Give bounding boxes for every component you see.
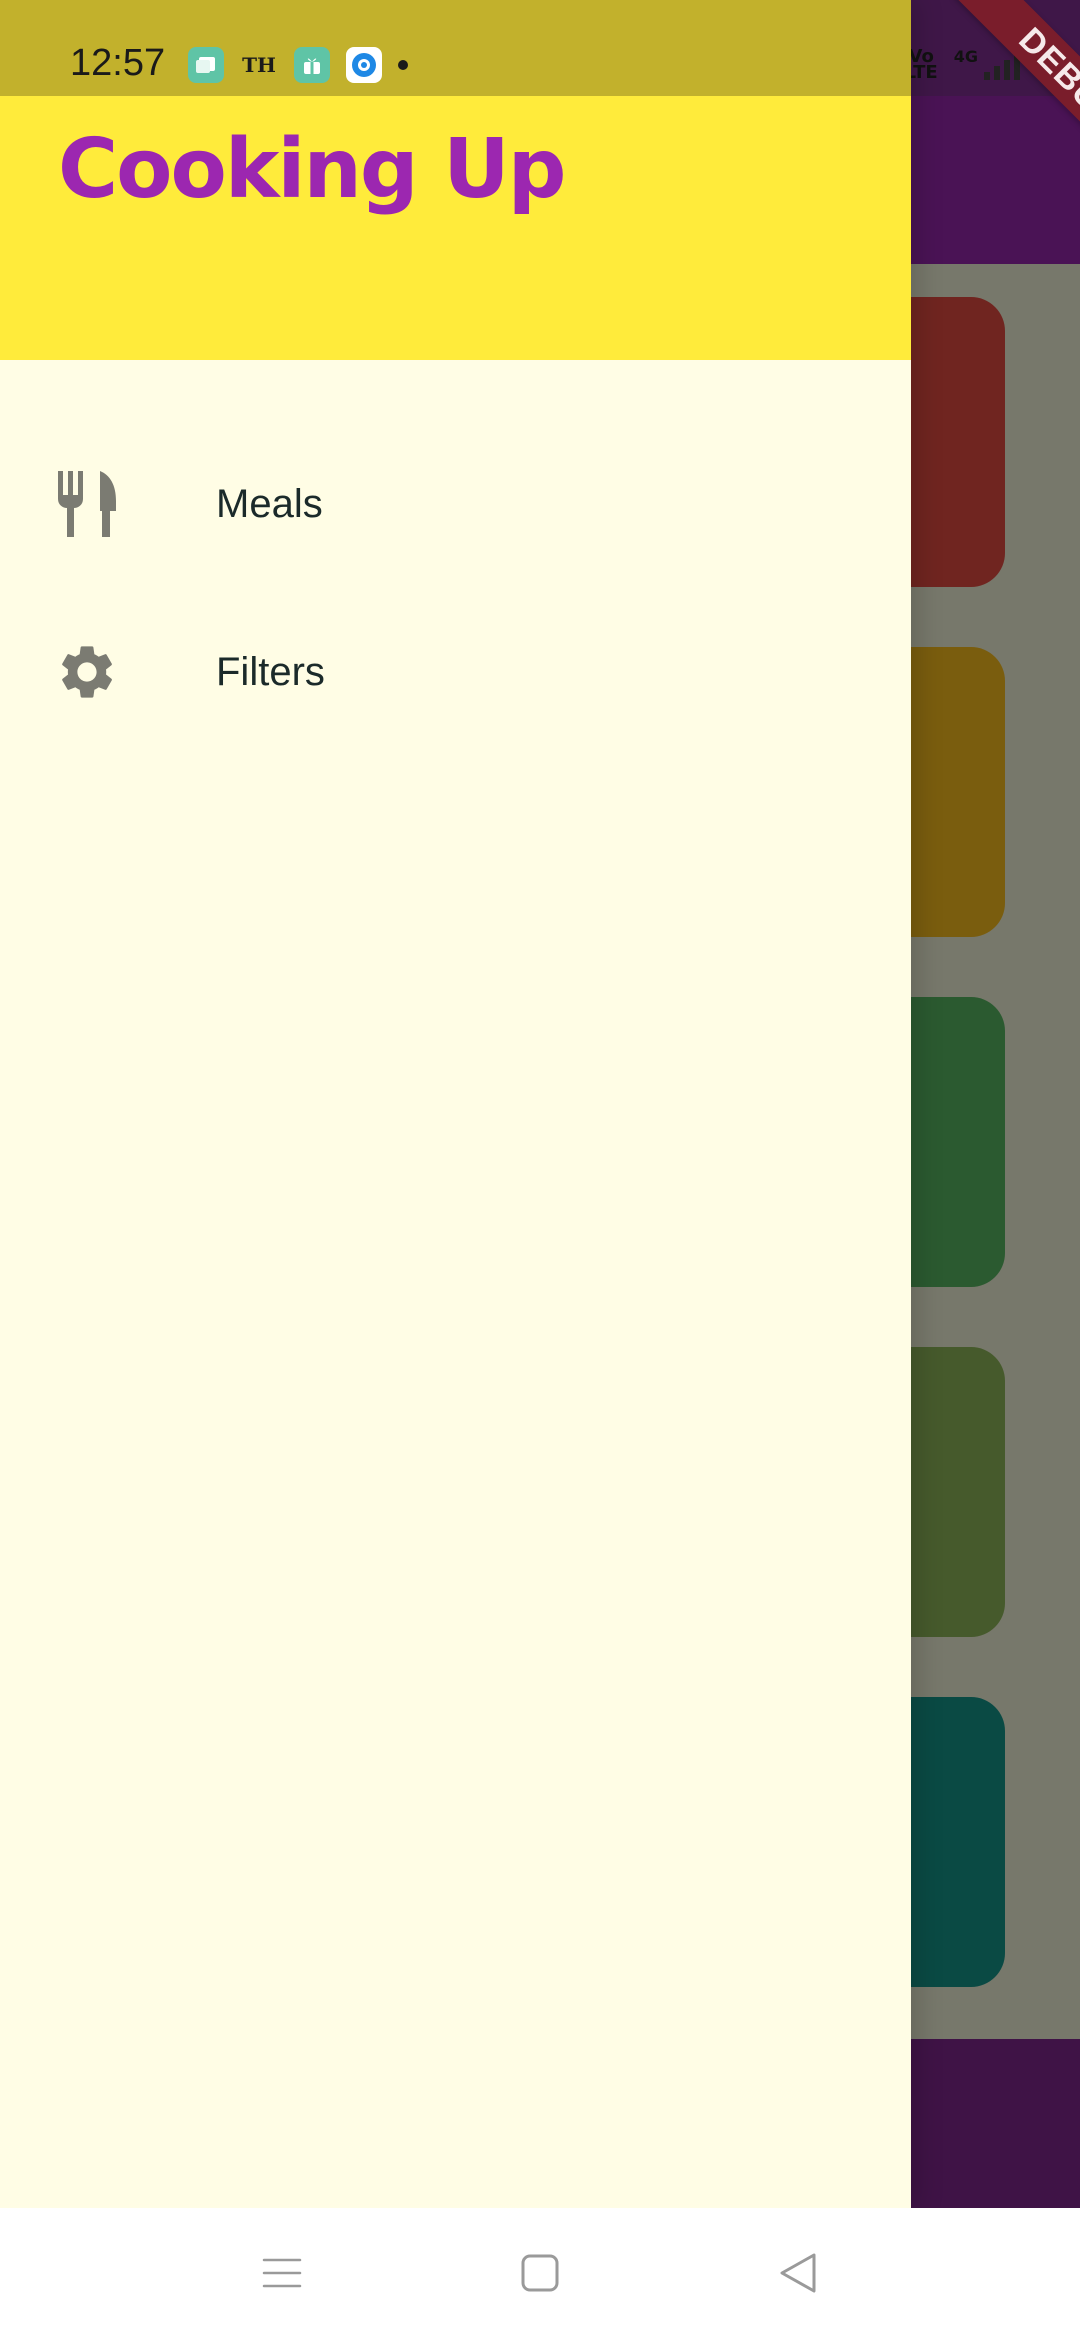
drawer-title: Cooking Up [58, 122, 566, 217]
drawer-item-meals[interactable]: Meals [0, 434, 911, 574]
target-notification-icon [346, 47, 382, 83]
settings-gear-icon [54, 639, 120, 705]
navigation-drawer: Cooking Up 12:57 TH Meals Filters [0, 0, 911, 2208]
recents-menu-icon[interactable] [247, 2238, 317, 2308]
restaurant-icon [54, 471, 120, 537]
more-notifications-dot-icon [398, 60, 408, 70]
network-type: 4G [953, 46, 978, 66]
drawer-item-filters-label: Filters [216, 649, 325, 694]
drawer-item-filters[interactable]: Filters [0, 602, 911, 742]
status-time: 12:57 [70, 42, 166, 84]
system-navigation-bar [0, 2208, 1080, 2340]
drawer-item-meals-label: Meals [216, 481, 323, 526]
app-notification-icon [188, 47, 224, 83]
gift-notification-icon [294, 47, 330, 83]
th-notification-icon: TH [242, 53, 276, 77]
notification-icons: TH [188, 47, 408, 83]
home-icon[interactable] [505, 2238, 575, 2308]
back-icon[interactable] [763, 2238, 833, 2308]
